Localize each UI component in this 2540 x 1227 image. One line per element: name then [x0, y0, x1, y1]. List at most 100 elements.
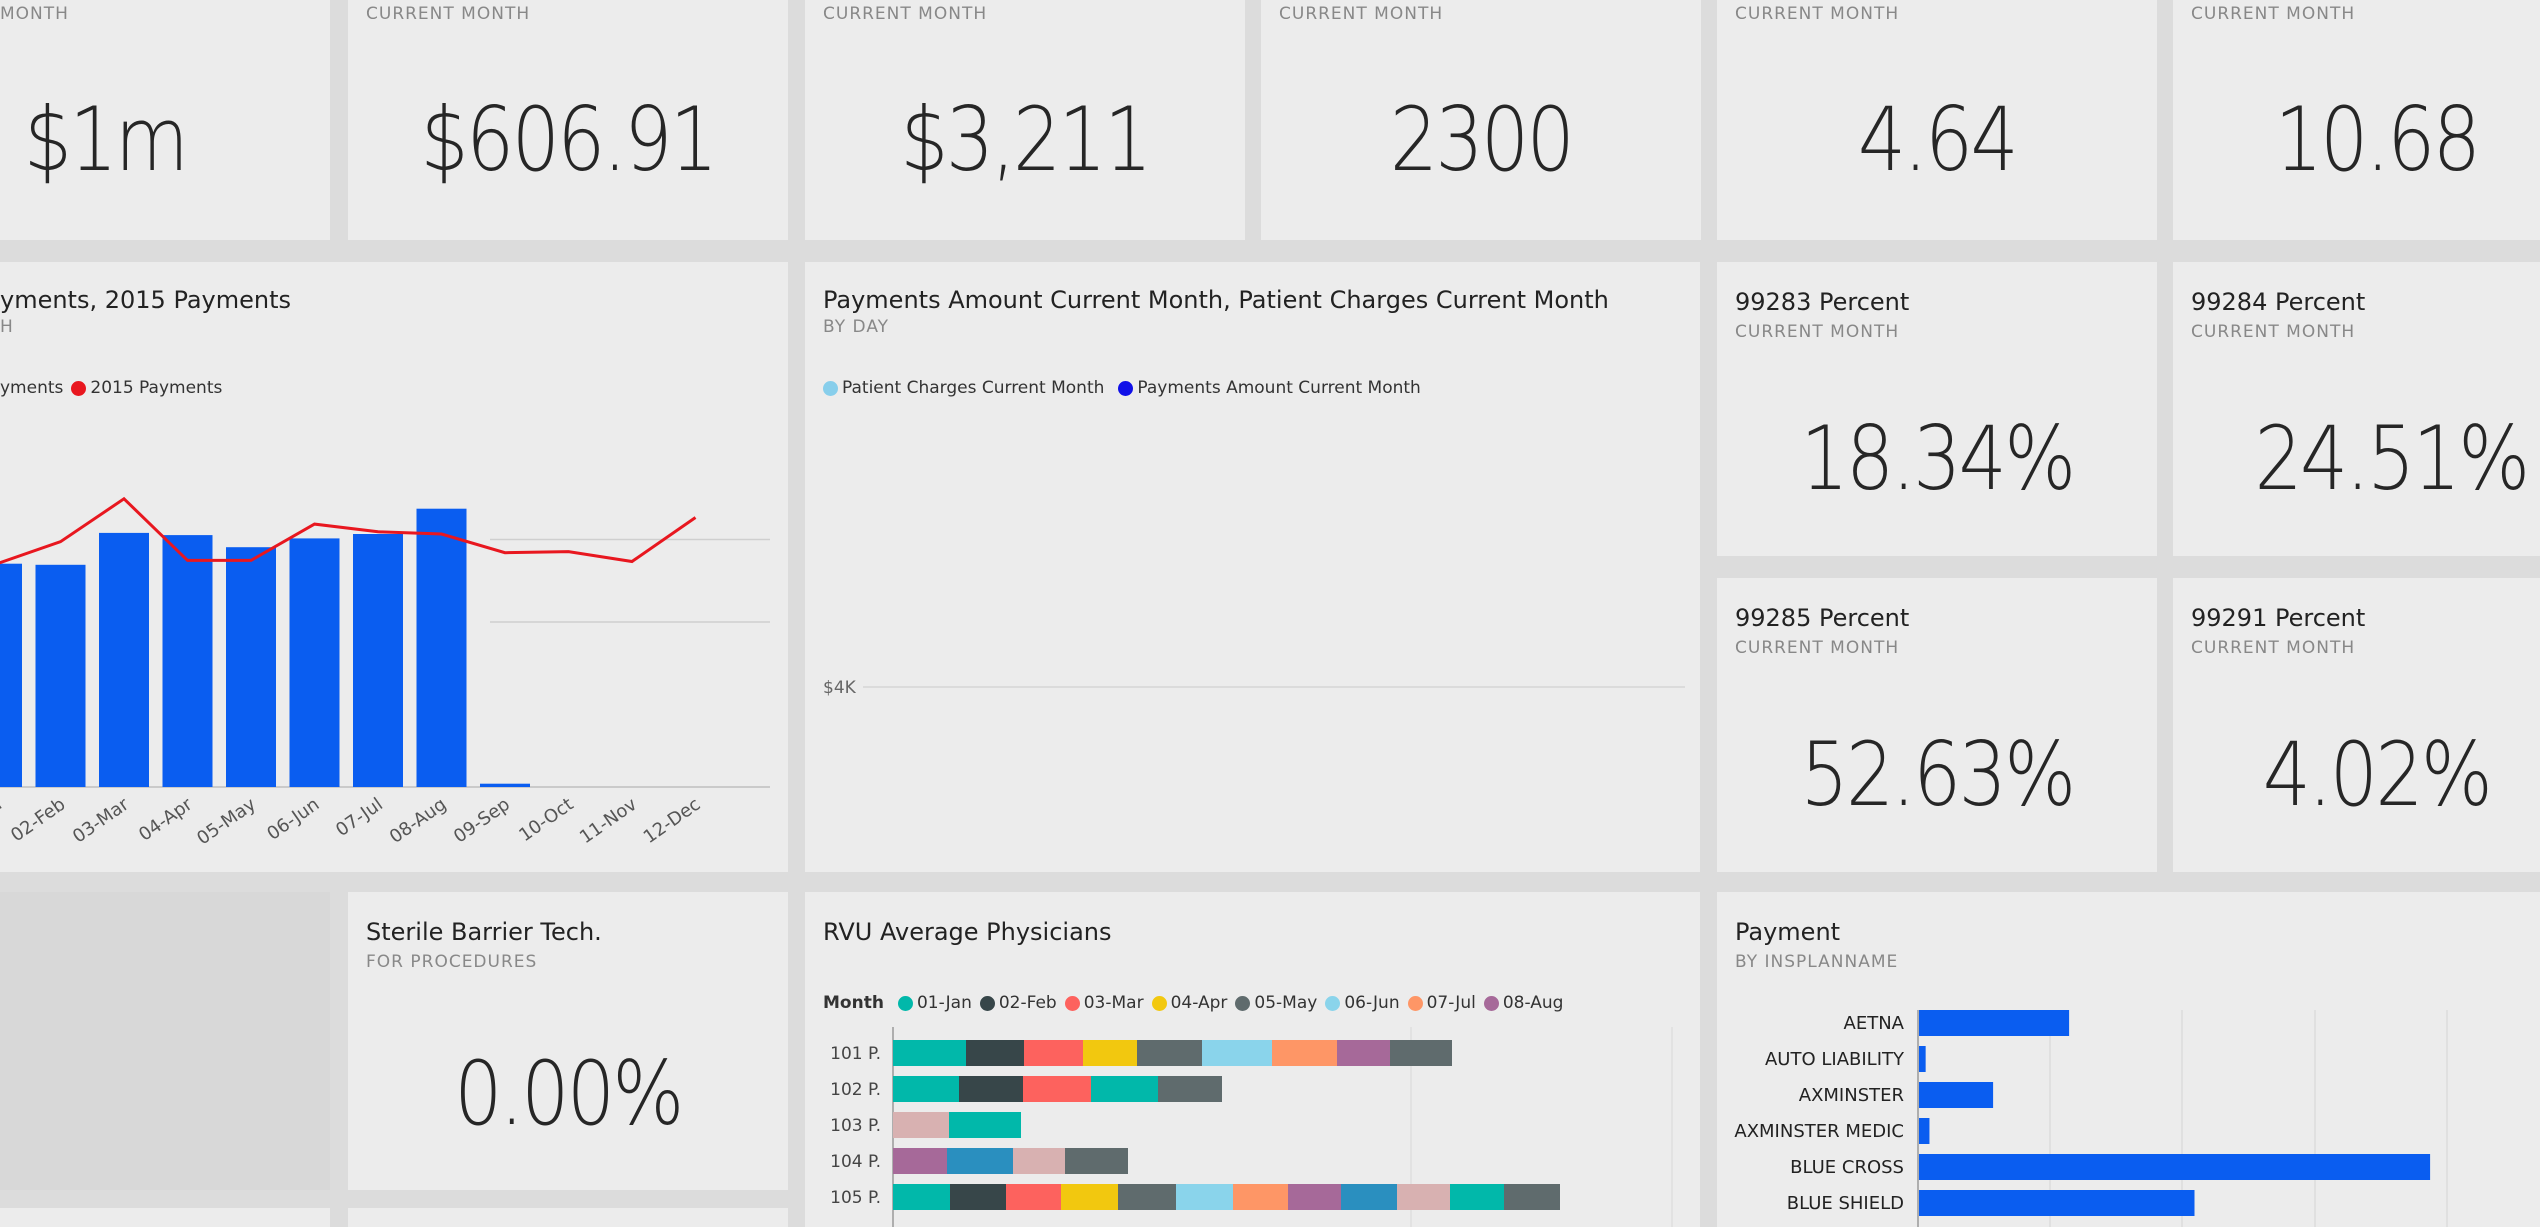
bar-segment [1065, 1148, 1128, 1174]
kpi-tile-1[interactable]: MONTH $1m [0, 0, 330, 240]
x-tick-label: 11-Nov [576, 794, 641, 848]
bar [226, 547, 276, 787]
bar-segment [1024, 1040, 1083, 1066]
tile-title: 99284 Percent [2191, 288, 2366, 316]
empty-tile [0, 892, 330, 1190]
tile-subtitle: CURRENT MONTH [823, 4, 988, 24]
percent-value: 18.34% [1800, 407, 2076, 510]
rvu-chart-tile[interactable]: RVU Average Physicians Month 01-Jan 02-Fe… [805, 892, 1700, 1227]
bar-segment [1137, 1040, 1202, 1066]
bar-segment [893, 1040, 966, 1066]
legend-label-2015: 2015 Payments [90, 378, 223, 398]
x-tick-label: 10-Oct [515, 794, 577, 846]
y-tick-label: 105 P. [830, 1188, 881, 1208]
kpi-tile-3[interactable]: CURRENT MONTH $3,211 [805, 0, 1245, 240]
y-tick-label: BLUE CROSS [1790, 1157, 1904, 1178]
bar-segment [966, 1040, 1024, 1066]
bar-segment [1091, 1076, 1158, 1102]
bar-segment [1450, 1184, 1504, 1210]
bar [353, 534, 403, 787]
y-tick-label: 103 P. [830, 1116, 881, 1136]
payment-hbar-chart: AETNA AUTO LIABILITY AXMINSTER AXMINSTER ME… [1734, 1010, 2448, 1227]
tile-title: 99291 Percent [2191, 604, 2366, 632]
bar [1919, 1046, 1926, 1072]
percent-value: 24.51% [2254, 407, 2530, 510]
x-tick-label: 03-Mar [69, 794, 133, 848]
y-tick-label: $4K [823, 678, 857, 698]
bottom-left-tile-1 [0, 1208, 330, 1227]
legend-label: 06-Jun [1344, 993, 1400, 1013]
percent-tile-99285[interactable]: 99285 Percent CURRENT MONTH 52.63% [1717, 578, 2157, 872]
kpi-tile-5[interactable]: CURRENT MONTH 4.64 [1717, 0, 2157, 240]
x-tick-label: 05-May [193, 794, 260, 850]
legend-dot-payments [1118, 380, 1134, 396]
legend-label: 05-May [1254, 993, 1318, 1013]
x-tick-label: 07-Jul [332, 794, 387, 841]
kpi-value: $606.91 [420, 88, 718, 191]
scatter-chart-tile[interactable]: Payments Amount Current Month, Patient C… [805, 262, 1700, 872]
chart-subtitle: H [0, 317, 14, 337]
bar [99, 532, 149, 787]
kpi-tile-2[interactable]: CURRENT MONTH $606.91 [348, 0, 788, 240]
x-tick-label: 08-Aug [386, 794, 451, 848]
tile-subtitle: CURRENT MONTH [366, 4, 531, 24]
bar-segment [1397, 1184, 1450, 1210]
x-tick-label: 12-Dec [640, 794, 705, 848]
bar-segment [959, 1076, 1023, 1102]
bar-segment [1288, 1184, 1341, 1210]
legend-label: 03-Mar [1083, 993, 1144, 1013]
bar-segment [947, 1148, 1013, 1174]
bar [162, 535, 213, 787]
legend-label: 04-Apr [1170, 993, 1228, 1013]
legend-dot [1064, 995, 1080, 1011]
bar-segment [1023, 1076, 1091, 1102]
x-tick-label: 02-Feb [7, 794, 69, 846]
bar-segment [893, 1076, 959, 1102]
chart-subtitle: BY DAY [823, 317, 890, 337]
payment-insplan-tile[interactable]: Payment BY INSPLANNAME AETNA AUTO LIABILI… [1717, 892, 2540, 1227]
bar [1919, 1118, 1930, 1144]
tile-title: 99285 Percent [1735, 604, 1910, 632]
bar-segment [1341, 1184, 1397, 1210]
chart-subtitle: BY INSPLANNAME [1735, 952, 1899, 972]
legend-label: 01-Jan [916, 993, 972, 1013]
percent-tile-99283[interactable]: 99283 Percent CURRENT MONTH 18.34% [1717, 262, 2157, 556]
sterile-tile[interactable]: Sterile Barrier Tech. FOR PROCEDURES 0.0… [348, 892, 788, 1190]
percent-tile-99284[interactable]: 99284 Percent CURRENT MONTH 24.51% [2173, 262, 2540, 556]
percent-tile-99291[interactable]: 99291 Percent CURRENT MONTH 4.02% [2173, 578, 2540, 872]
bar-segment [1061, 1184, 1118, 1210]
x-tick-label: an [0, 794, 6, 824]
legend-dot [1325, 995, 1341, 1011]
legend-label: 07-Jul [1426, 993, 1476, 1013]
kpi-value: 10.68 [2274, 88, 2481, 191]
chart-legend: yments 2015 Payments [0, 378, 222, 398]
tile-subtitle: CURRENT MONTH [1735, 322, 1900, 342]
tile-subtitle: CURRENT MONTH [1279, 4, 1444, 24]
tile-subtitle: CURRENT MONTH [2191, 638, 2356, 658]
bar-segment [1272, 1040, 1337, 1066]
tile-subtitle: CURRENT MONTH [2191, 4, 2356, 24]
kpi-value: $3,211 [900, 88, 1152, 191]
y-tick-label: BLUE SHIELD [1787, 1193, 1904, 1214]
legend-dot [1407, 995, 1423, 1011]
y-tick-label: 104 P. [830, 1152, 881, 1172]
x-tick-label: 04-Apr [135, 794, 197, 846]
bar [35, 564, 86, 787]
bar-segment [893, 1112, 949, 1138]
kpi-tile-4[interactable]: CURRENT MONTH 2300 [1261, 0, 1701, 240]
payments-bar-chart: an 02-Feb 03-Mar 04-Apr05-May 06-Jun 07-Jul08… [0, 496, 770, 850]
x-tick-label: 06-Jun [263, 794, 323, 845]
y-tick-label: AETNA [1844, 1013, 1905, 1034]
bar-segment [950, 1184, 1006, 1210]
tile-subtitle: FOR PROCEDURES [366, 952, 538, 972]
kpi-tile-6[interactable]: CURRENT MONTH 10.68 [2173, 0, 2540, 240]
x-tick-label: 09-Sep [450, 794, 514, 848]
legend-dot [979, 995, 995, 1011]
legend-dot-patient [823, 380, 838, 396]
bar-segment [1504, 1184, 1560, 1210]
y-tick-label: 101 P. [830, 1044, 881, 1064]
bar [1919, 1190, 2195, 1216]
bar-segment [1158, 1076, 1222, 1102]
bar [1919, 1010, 2070, 1036]
payments-chart-tile[interactable]: yments, 2015 Payments H yments 2015 Paym… [0, 262, 788, 872]
